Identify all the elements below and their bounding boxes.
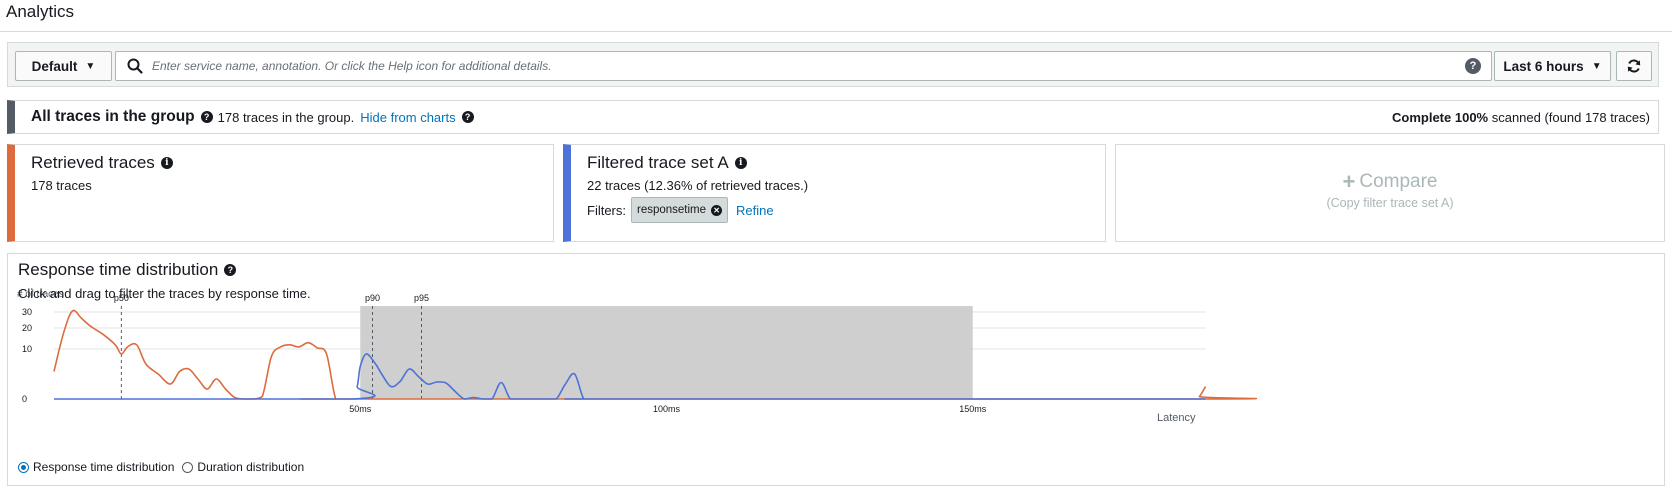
distribution-description: Click and drag to filter the traces by r… bbox=[18, 286, 311, 301]
retrieved-traces-count: 178 traces bbox=[31, 178, 92, 193]
hide-from-charts-link[interactable]: Hide from charts bbox=[360, 110, 455, 125]
y-tick-label: 20 bbox=[22, 323, 32, 333]
y-tick-label: 30 bbox=[22, 307, 32, 317]
help-icon[interactable]: ? bbox=[224, 264, 237, 276]
x-axis-label: Latency bbox=[1157, 412, 1196, 424]
time-range-dropdown-button[interactable]: Last 6 hours ▼ bbox=[1494, 51, 1611, 81]
scan-status-detail: scanned (found 178 traces) bbox=[1488, 109, 1650, 125]
filter-expression-input[interactable] bbox=[150, 58, 1465, 74]
filter-expression-box[interactable]: ? bbox=[115, 51, 1492, 81]
filtered-trace-set-title-text: Filtered trace set A bbox=[587, 153, 729, 172]
x-tick-label: 100ms bbox=[653, 404, 681, 414]
help-icon[interactable]: ? bbox=[200, 111, 213, 123]
filtered-trace-set-card[interactable]: Filtered trace set A i 22 traces (12.36%… bbox=[563, 144, 1106, 242]
compare-label-text: Compare bbox=[1359, 171, 1438, 192]
group-title: All traces in the group bbox=[31, 108, 195, 125]
help-icon[interactable]: ? bbox=[1465, 58, 1481, 74]
filtered-trace-count: 22 traces (12.36% of retrieved traces.) bbox=[587, 178, 809, 193]
refine-link[interactable]: Refine bbox=[736, 203, 774, 218]
filter-toolbar: Default ▼ ? Last 6 hours ▼ bbox=[7, 42, 1659, 87]
y-tick-label: 10 bbox=[22, 344, 32, 354]
selection-brush bbox=[360, 306, 973, 399]
group-dropdown-button[interactable]: Default ▼ bbox=[15, 51, 112, 81]
compare-button-label: + Compare bbox=[1116, 169, 1664, 195]
compare-card[interactable]: + Compare (Copy filter trace set A) bbox=[1115, 144, 1665, 242]
group-dropdown-label: Default bbox=[31, 58, 78, 74]
retrieved-traces-card[interactable]: Retrieved traces i 178 traces bbox=[7, 144, 554, 242]
scan-status-complete: Complete 100% bbox=[1392, 109, 1489, 125]
distribution-type-radio-group: Response time distribution Duration dist… bbox=[18, 460, 312, 474]
info-icon[interactable]: i bbox=[160, 157, 173, 169]
filter-chip-label: responsetime bbox=[637, 204, 707, 216]
retrieved-traces-title: Retrieved traces i bbox=[31, 153, 173, 173]
compare-sub: (Copy filter trace set A) bbox=[1326, 196, 1454, 210]
time-range-label: Last 6 hours bbox=[1503, 58, 1584, 74]
filtered-trace-set-title: Filtered trace set A i bbox=[587, 153, 747, 173]
group-summary-banner: All traces in the group ? 178 traces in … bbox=[7, 100, 1659, 134]
response-time-distribution-panel: # of traces 0 10 20 30 p50 p90 p95 50ms 100ms 150m… bbox=[7, 253, 1665, 486]
info-icon[interactable]: i bbox=[734, 157, 747, 169]
duration-radio[interactable] bbox=[182, 461, 194, 473]
filters-label: Filters: bbox=[587, 202, 626, 218]
group-trace-count: 178 traces in the group. bbox=[217, 109, 355, 125]
x-tick-label: 150ms bbox=[959, 404, 987, 414]
x-tick-label: 50ms bbox=[349, 404, 372, 414]
title-divider bbox=[0, 31, 1672, 32]
refresh-icon bbox=[1627, 59, 1641, 73]
filter-chip[interactable]: responsetime ✕ bbox=[631, 197, 729, 223]
plus-icon: + bbox=[1342, 169, 1356, 194]
response-time-radio-label[interactable]: Response time distribution bbox=[33, 460, 174, 474]
compare-content: + Compare (Copy filter trace set A) bbox=[1116, 169, 1664, 210]
scan-status: Complete 100% scanned (found 178 traces) bbox=[1392, 110, 1650, 125]
search-icon bbox=[127, 58, 143, 74]
page-title: Analytics bbox=[6, 2, 75, 21]
caret-down-icon: ▼ bbox=[1591, 60, 1602, 72]
distribution-title: Response time distribution ? bbox=[18, 260, 237, 280]
filters-row: Filters: responsetime ✕ Refine bbox=[587, 197, 774, 223]
y-tick-label: 0 bbox=[22, 394, 27, 404]
percentile-label: p95 bbox=[414, 293, 429, 303]
response-time-radio[interactable] bbox=[18, 461, 29, 473]
close-icon[interactable]: ✕ bbox=[711, 204, 723, 216]
duration-radio-label[interactable]: Duration distribution bbox=[197, 460, 304, 474]
distribution-title-text: Response time distribution bbox=[18, 260, 219, 279]
percentile-label: p90 bbox=[365, 293, 380, 303]
retrieved-traces-title-text: Retrieved traces bbox=[31, 153, 155, 172]
help-icon[interactable]: ? bbox=[461, 111, 474, 123]
caret-down-icon: ▼ bbox=[85, 60, 96, 72]
refresh-button[interactable] bbox=[1616, 51, 1652, 81]
